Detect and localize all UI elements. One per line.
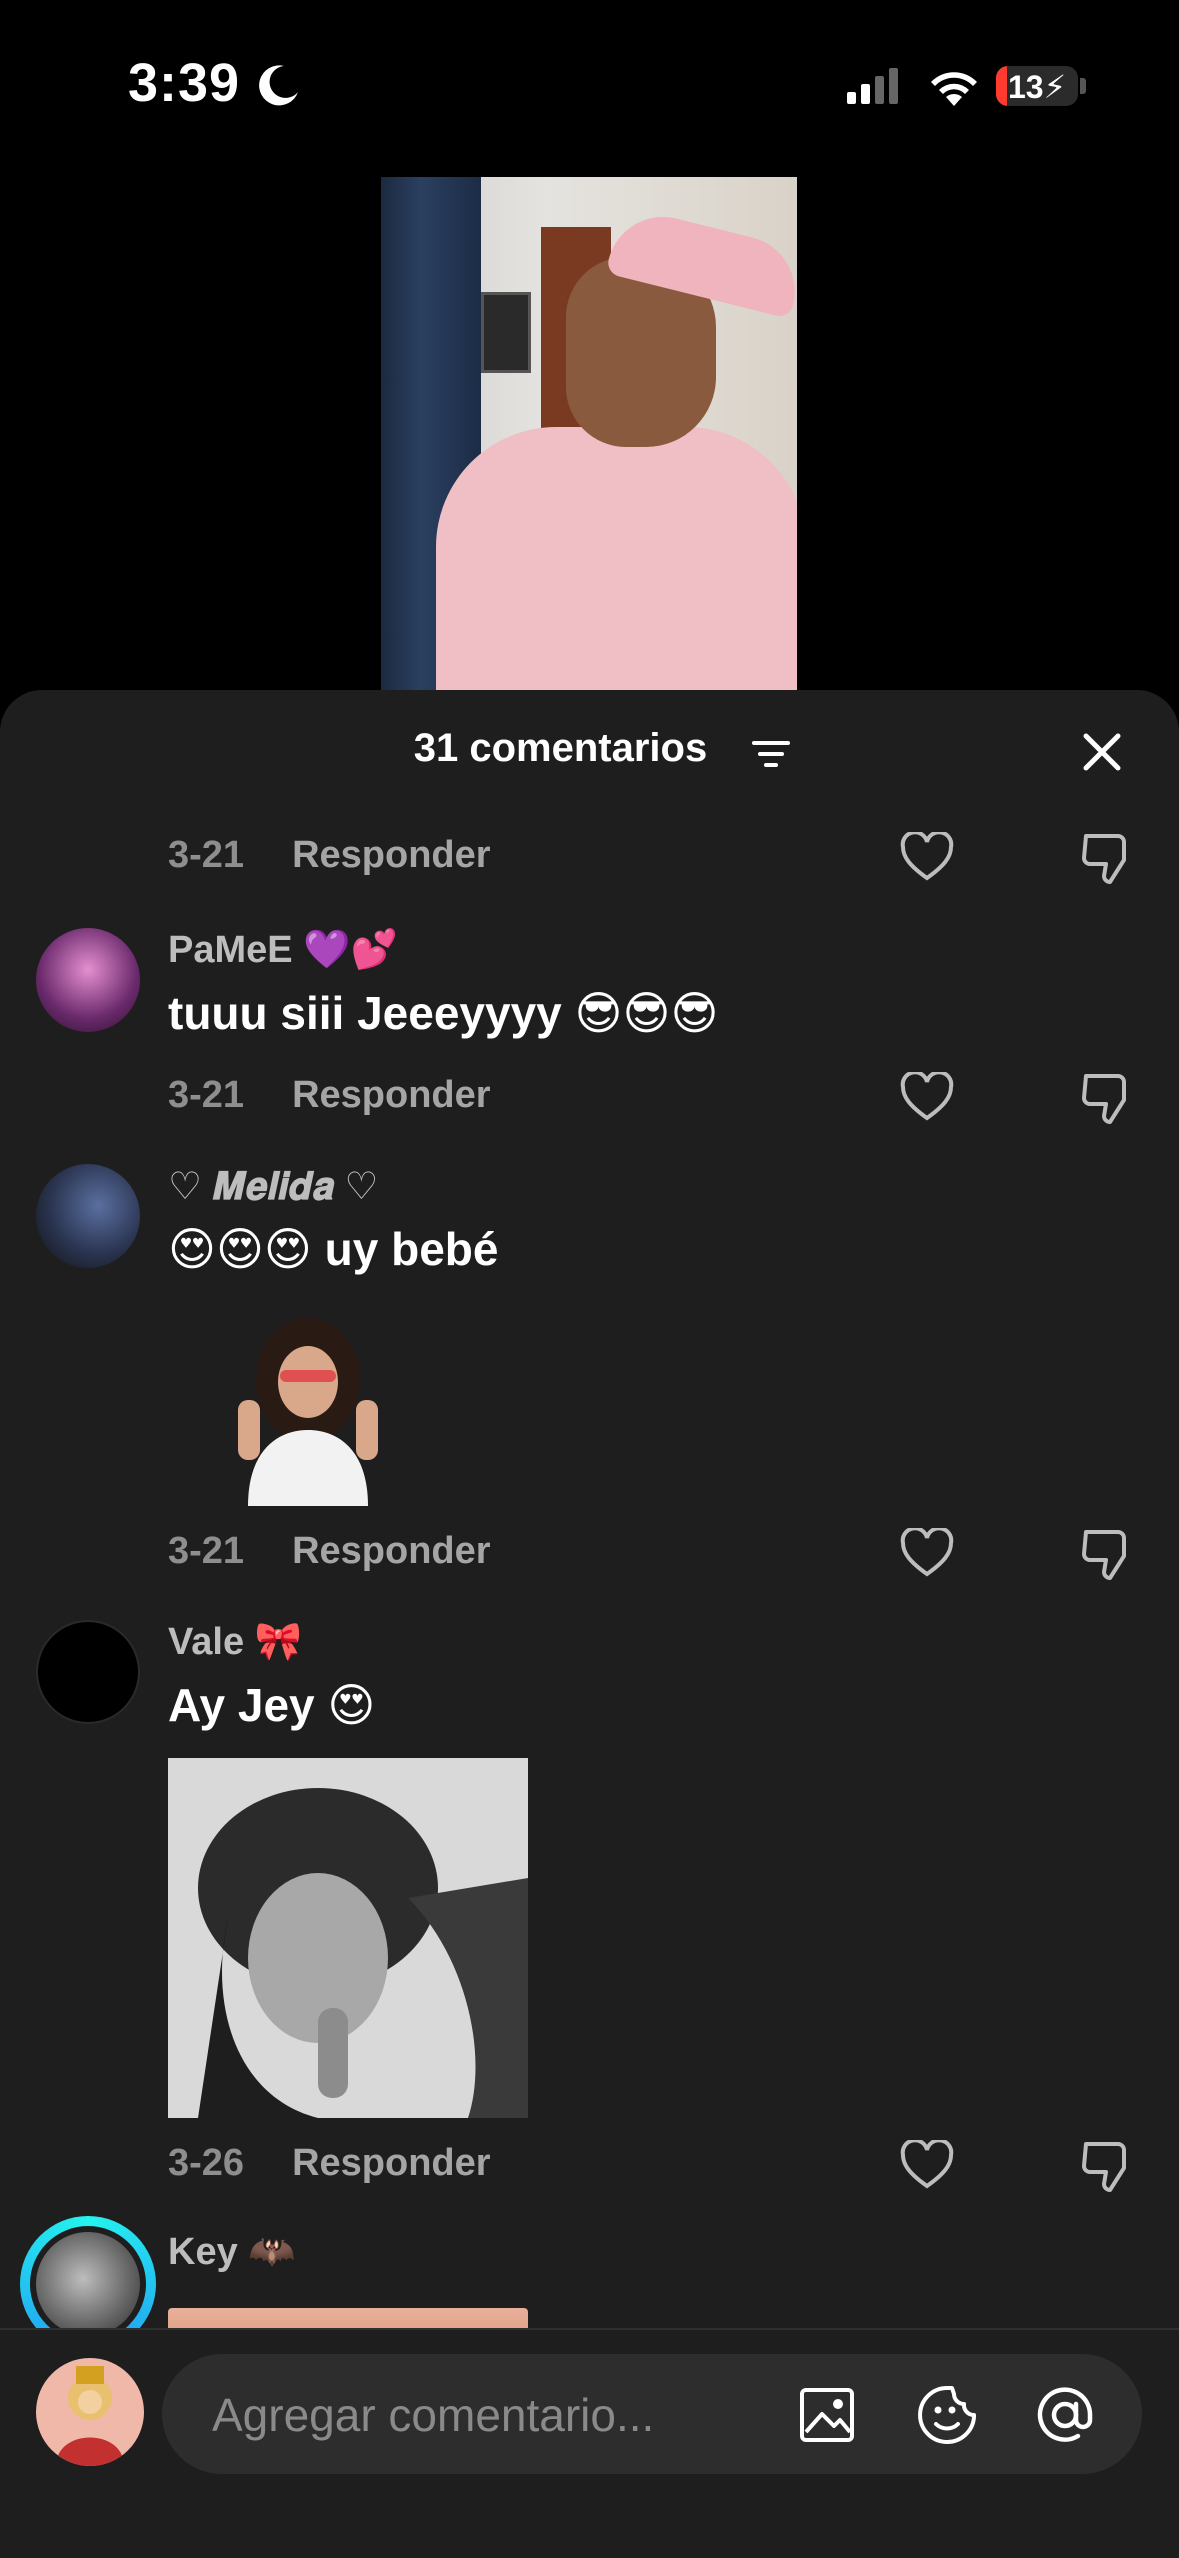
- avatar[interactable]: [30, 2226, 146, 2342]
- comment-input[interactable]: Agregar comentario...: [162, 2354, 1142, 2474]
- comments-sheet: 31 comentarios 3-21 Responder PaMeE 💜💕 tu…: [0, 690, 1179, 2556]
- comment-username[interactable]: Vale 🎀: [168, 1620, 302, 1664]
- heart-icon[interactable]: [900, 2140, 954, 2190]
- image-icon[interactable]: [798, 2386, 856, 2444]
- wifi-icon: [931, 72, 977, 106]
- dislike-icon[interactable]: [1080, 1072, 1132, 1126]
- comment-text: Ay Jey 😍: [168, 1679, 376, 1731]
- sticker-icon[interactable]: [916, 2384, 978, 2446]
- dislike-icon[interactable]: [1080, 832, 1132, 886]
- comment-username[interactable]: Key 🦇: [168, 2230, 296, 2274]
- dislike-icon[interactable]: [1080, 2140, 1132, 2194]
- heart-icon[interactable]: [900, 1072, 954, 1122]
- comment-input-placeholder: Agregar comentario...: [212, 2389, 655, 2441]
- status-bar: 3:39 13⚡: [0, 0, 1179, 170]
- comment-username[interactable]: ♡ 𝑴𝒆𝒍𝒊𝒅𝒂 ♡: [168, 1164, 378, 1209]
- reply-button[interactable]: Responder: [292, 1530, 490, 1572]
- reply-button[interactable]: Responder: [292, 2142, 490, 2184]
- avatar[interactable]: [36, 928, 140, 1032]
- status-time: 3:39: [128, 53, 241, 113]
- comment-meta: 3-21 Responder: [168, 834, 491, 877]
- comment-date: 3-21: [168, 1074, 245, 1116]
- comment-date: 3-26: [168, 2142, 245, 2184]
- comment-gif[interactable]: [168, 1758, 528, 2118]
- mention-icon[interactable]: [1034, 2384, 1096, 2446]
- comment-meta: 3-26 Responder: [168, 2142, 491, 2185]
- video-preview[interactable]: [381, 177, 797, 697]
- battery-tip: [1080, 78, 1086, 94]
- heart-icon[interactable]: [900, 1528, 954, 1578]
- filter-icon[interactable]: [750, 738, 792, 770]
- comment-sticker[interactable]: [218, 1310, 398, 1506]
- comment-date: 3-21: [168, 1530, 245, 1572]
- battery-indicator: 13⚡: [996, 66, 1078, 106]
- comment-meta: 3-21 Responder: [168, 1530, 491, 1573]
- battery-level: 13: [1007, 69, 1044, 105]
- comment-input-bar: Agregar comentario...: [0, 2328, 1179, 2558]
- reply-button[interactable]: Responder: [292, 1074, 490, 1116]
- dislike-icon[interactable]: [1080, 1528, 1132, 1582]
- reply-button[interactable]: Responder: [292, 834, 490, 876]
- avatar[interactable]: [36, 1164, 140, 1268]
- moon-icon: [259, 65, 298, 106]
- comment-meta: 3-21 Responder: [168, 1074, 491, 1117]
- heart-icon[interactable]: [900, 832, 954, 882]
- comment-date: 3-21: [168, 834, 245, 876]
- comment-username[interactable]: PaMeE 💜💕: [168, 928, 398, 972]
- comment-text: 😍😍😍 uy bebé: [168, 1223, 499, 1275]
- my-avatar[interactable]: [36, 2358, 144, 2466]
- signal-icon: [847, 68, 898, 104]
- close-icon[interactable]: [1080, 730, 1124, 774]
- comments-count-title: 31 comentarios: [413, 726, 708, 770]
- avatar[interactable]: [36, 1620, 140, 1724]
- comment-text: tuuu siii Jeeeyyyy 😎😎😎: [168, 987, 719, 1039]
